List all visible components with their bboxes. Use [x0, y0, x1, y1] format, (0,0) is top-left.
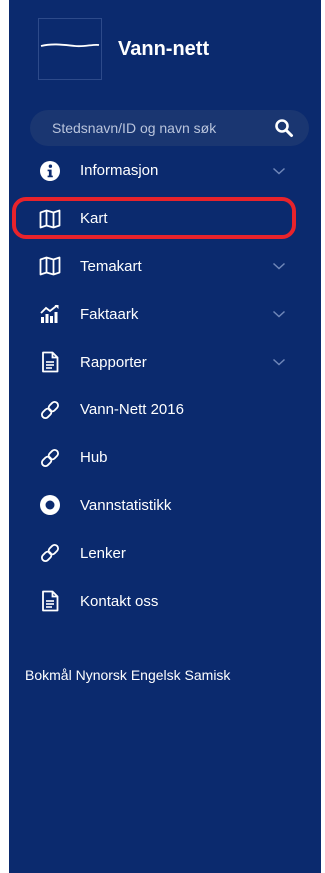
menu-item-lenker[interactable]: Lenker: [9, 529, 321, 577]
menu-item-kart[interactable]: Kart: [9, 195, 321, 243]
menu-item-label: Kart: [80, 210, 108, 228]
chart-icon: [39, 303, 61, 325]
circle-icon: [39, 494, 61, 516]
vann-nett-logo: [38, 18, 102, 80]
map-icon: [39, 255, 61, 277]
document-icon: [39, 351, 61, 373]
search-icon: [275, 119, 293, 137]
menu-item-kontakt-oss[interactable]: Kontakt oss: [9, 577, 321, 625]
main-menu: Informasjon Kart Temakart Faktaark Rappo…: [9, 147, 321, 625]
chevron-down-icon[interactable]: [271, 354, 287, 370]
link-icon: [39, 447, 61, 469]
menu-item-vann-nett-2016[interactable]: Vann-Nett 2016: [9, 386, 321, 434]
link-icon: [39, 542, 61, 564]
language-samisk[interactable]: Samisk: [185, 667, 231, 683]
chevron-down-icon[interactable]: [271, 258, 287, 274]
language-bokmal[interactable]: Bokmål: [25, 667, 72, 683]
search-bar: [30, 110, 309, 146]
link-icon: [39, 399, 61, 421]
menu-item-label: Lenker: [80, 544, 126, 562]
brand[interactable]: Vann-nett: [38, 18, 209, 80]
app-title: Vann-nett: [118, 37, 210, 60]
menu-item-label: Vannstatistikk: [80, 496, 172, 514]
wave-icon: [40, 43, 100, 48]
menu-item-label: Vann-Nett 2016: [80, 401, 184, 419]
language-selector: Bokmål Nynorsk Engelsk Samisk: [25, 667, 230, 683]
search-input[interactable]: [52, 120, 273, 136]
menu-item-label: Kontakt oss: [80, 592, 159, 610]
info-circle-icon: [39, 160, 61, 182]
menu-item-label: Hub: [80, 449, 108, 467]
menu-item-label: Rapporter: [80, 353, 147, 371]
menu-item-label: Temakart: [80, 257, 142, 275]
menu-item-rapporter[interactable]: Rapporter: [9, 338, 321, 386]
menu-item-hub[interactable]: Hub: [9, 434, 321, 482]
language-nynorsk[interactable]: Nynorsk: [76, 667, 127, 683]
search-button[interactable]: [273, 117, 295, 139]
menu-item-temakart[interactable]: Temakart: [9, 243, 321, 291]
menu-item-faktaark[interactable]: Faktaark: [9, 290, 321, 338]
language-engelsk[interactable]: Engelsk: [131, 667, 181, 683]
menu-item-informasjon[interactable]: Informasjon: [9, 147, 321, 195]
map-icon: [39, 208, 61, 230]
menu-item-vannstatistikk[interactable]: Vannstatistikk: [9, 482, 321, 530]
chevron-down-icon[interactable]: [271, 306, 287, 322]
menu-item-label: Faktaark: [80, 305, 139, 323]
chevron-down-icon[interactable]: [271, 163, 287, 179]
document-icon: [39, 590, 61, 612]
menu-item-label: Informasjon: [80, 162, 159, 180]
sidebar: Vann-nett Informasjon: [9, 0, 321, 873]
